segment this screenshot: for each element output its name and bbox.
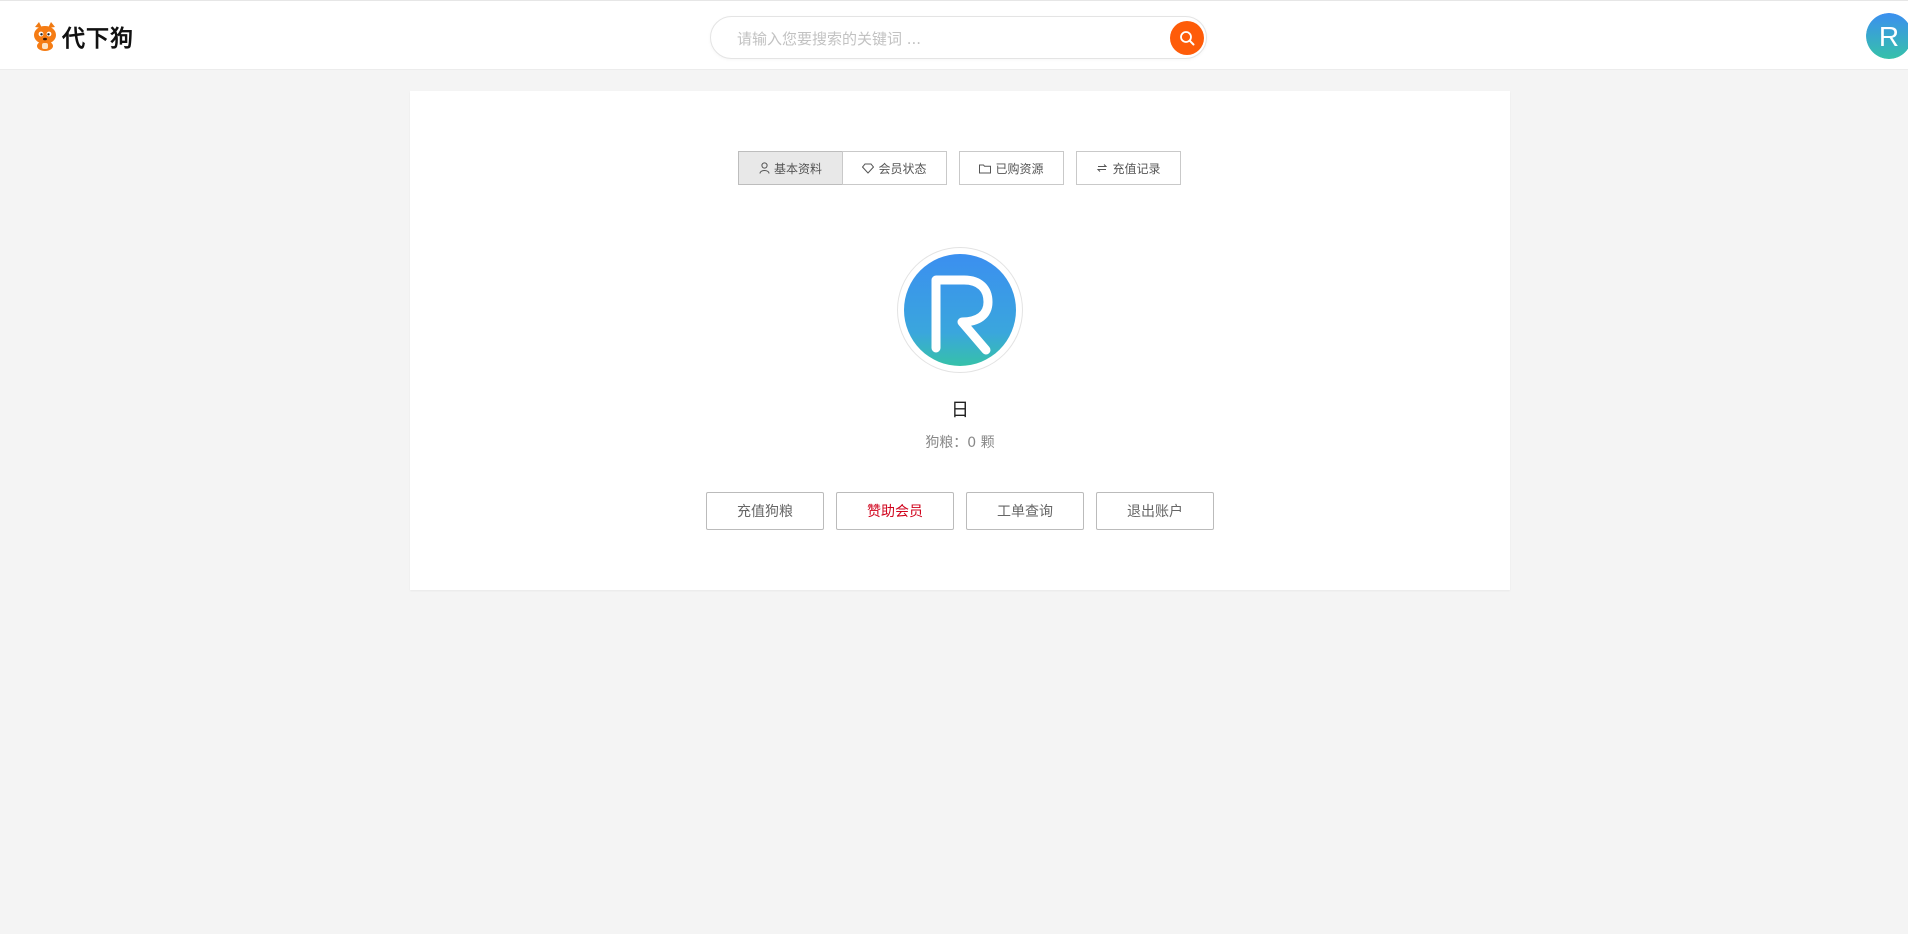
- user-icon: [759, 162, 770, 174]
- top-navbar: 代下狗 R: [0, 0, 1908, 70]
- profile-avatar: [897, 247, 1023, 373]
- profile-tabs: 基本资料 会员状态 已购资源 充值记录: [738, 151, 1181, 185]
- diamond-icon: [862, 163, 875, 174]
- tab-label: 会员状态: [878, 161, 927, 176]
- search-icon: [1180, 31, 1195, 46]
- avatar-image: [904, 254, 1016, 366]
- tab-basic-info[interactable]: 基本资料: [738, 151, 843, 185]
- tab-purchased-resources[interactable]: 已购资源: [959, 151, 1064, 185]
- tab-member-status[interactable]: 会员状态: [842, 151, 947, 185]
- logout-button[interactable]: 退出账户: [1096, 492, 1214, 530]
- tab-label: 已购资源: [995, 161, 1044, 176]
- avatar-image: R: [1866, 13, 1908, 59]
- transfer-icon: [1096, 163, 1108, 173]
- site-logo[interactable]: 代下狗: [31, 20, 134, 52]
- folder-icon: [979, 163, 992, 174]
- search-bar: [710, 16, 1207, 59]
- svg-text:R: R: [1879, 21, 1899, 52]
- logo-text: 代下狗: [62, 26, 134, 52]
- tab-label: 基本资料: [773, 161, 822, 176]
- search-button[interactable]: [1170, 21, 1204, 55]
- sponsor-member-button[interactable]: 赞助会员: [836, 492, 954, 530]
- user-avatar-menu[interactable]: R: [1866, 13, 1908, 59]
- tab-label: 充值记录: [1112, 161, 1161, 176]
- recharge-points-button[interactable]: 充值狗粮: [706, 492, 824, 530]
- profile-actions: 充值狗粮 赞助会员 工单查询 退出账户: [706, 492, 1214, 530]
- ticket-query-button[interactable]: 工单查询: [966, 492, 1084, 530]
- search-input[interactable]: [735, 25, 1139, 53]
- tab-recharge-records[interactable]: 充值记录: [1076, 151, 1181, 185]
- username: 日: [951, 400, 969, 421]
- cartoon-dog-logo-icon: [34, 22, 56, 51]
- points-balance: 狗粮：0 颗: [925, 435, 995, 451]
